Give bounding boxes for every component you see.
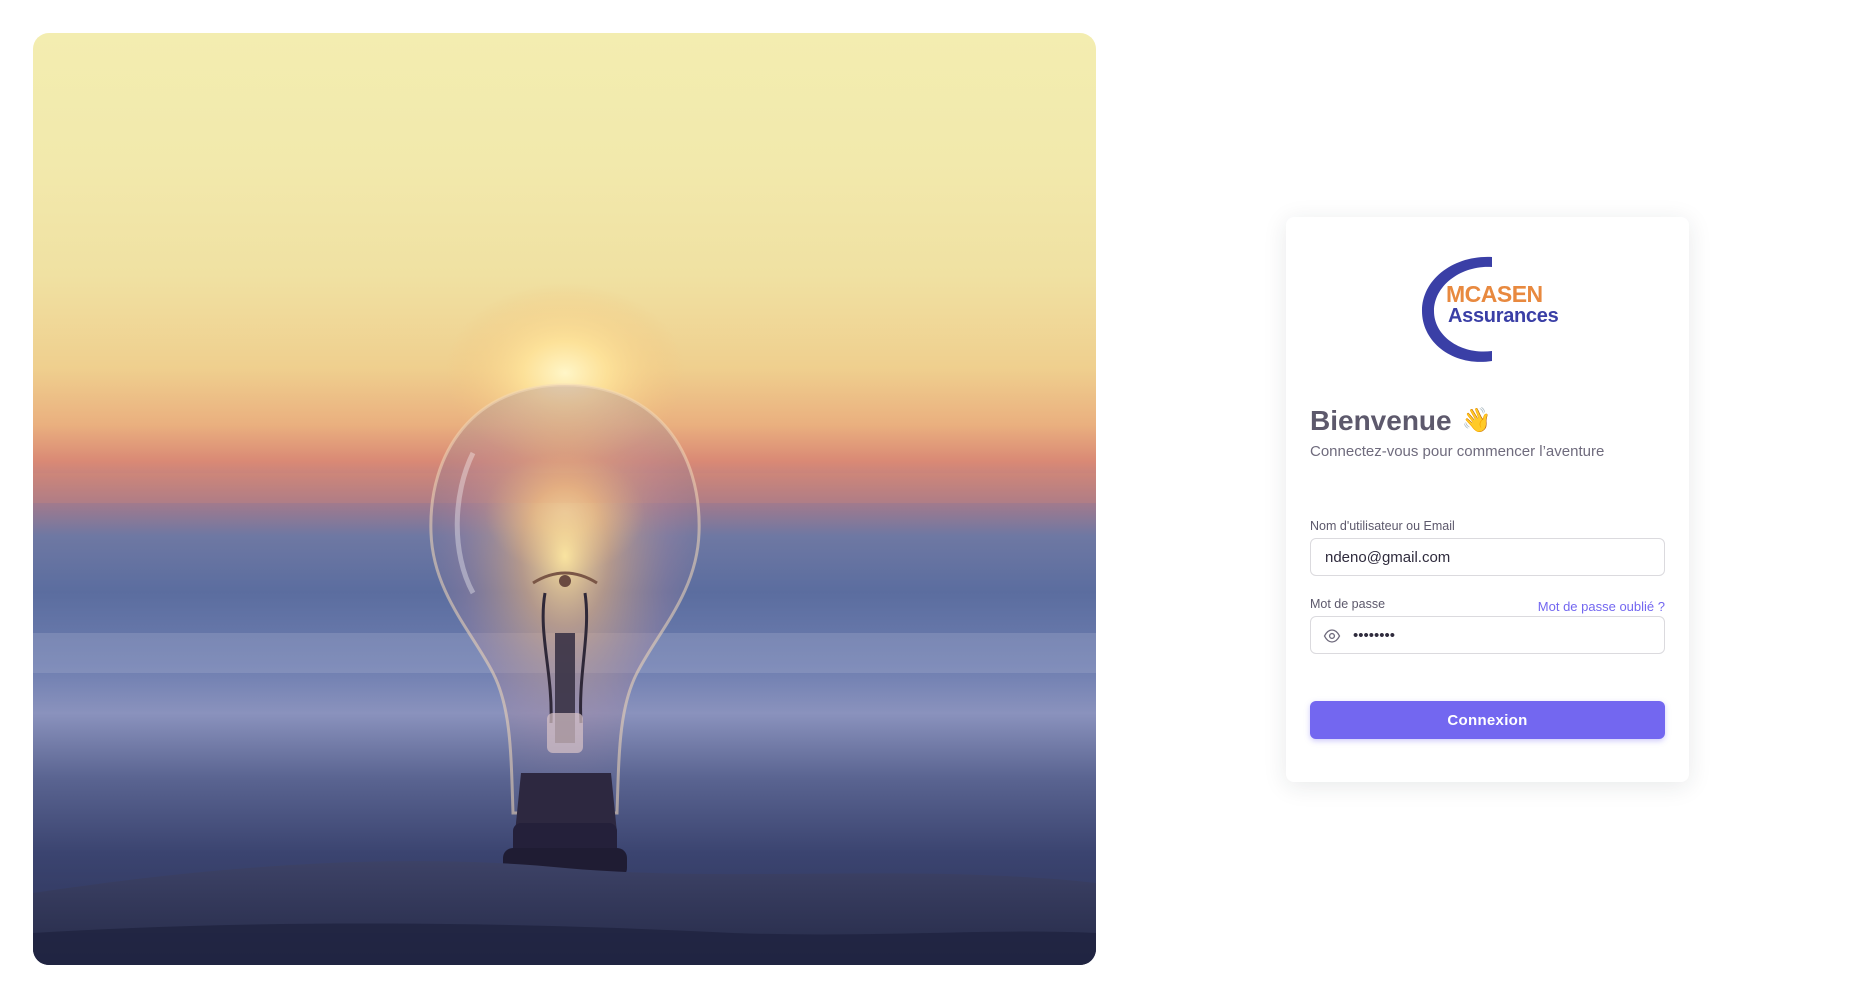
password-field[interactable]	[1310, 616, 1665, 654]
login-page: MCASEN Assurances Bienvenue 👋 Connectez-…	[0, 0, 1860, 988]
login-card: MCASEN Assurances Bienvenue 👋 Connectez-…	[1286, 217, 1689, 782]
password-input[interactable]	[1351, 617, 1655, 653]
waving-hand-icon: 👋	[1461, 407, 1492, 434]
eye-icon[interactable]	[1323, 627, 1341, 645]
username-label: Nom d'utilisateur ou Email	[1310, 519, 1455, 533]
username-input[interactable]	[1310, 538, 1665, 576]
login-button[interactable]: Connexion	[1310, 701, 1665, 739]
welcome-heading: Bienvenue 👋	[1310, 405, 1492, 437]
password-label: Mot de passe	[1310, 597, 1386, 611]
welcome-title: Bienvenue	[1310, 405, 1452, 436]
hero-lightbulb-image	[33, 33, 1096, 965]
company-logo: MCASEN Assurances	[1414, 251, 1574, 363]
forgot-password-link[interactable]: Mot de passe oublié ?	[1538, 599, 1665, 614]
logo-brand-text: MCASEN	[1446, 281, 1543, 307]
logo-sub-text: Assurances	[1448, 305, 1559, 327]
lightbulb-icon	[33, 283, 1096, 965]
welcome-subtitle: Connectez-vous pour commencer l’aventure	[1310, 443, 1605, 460]
